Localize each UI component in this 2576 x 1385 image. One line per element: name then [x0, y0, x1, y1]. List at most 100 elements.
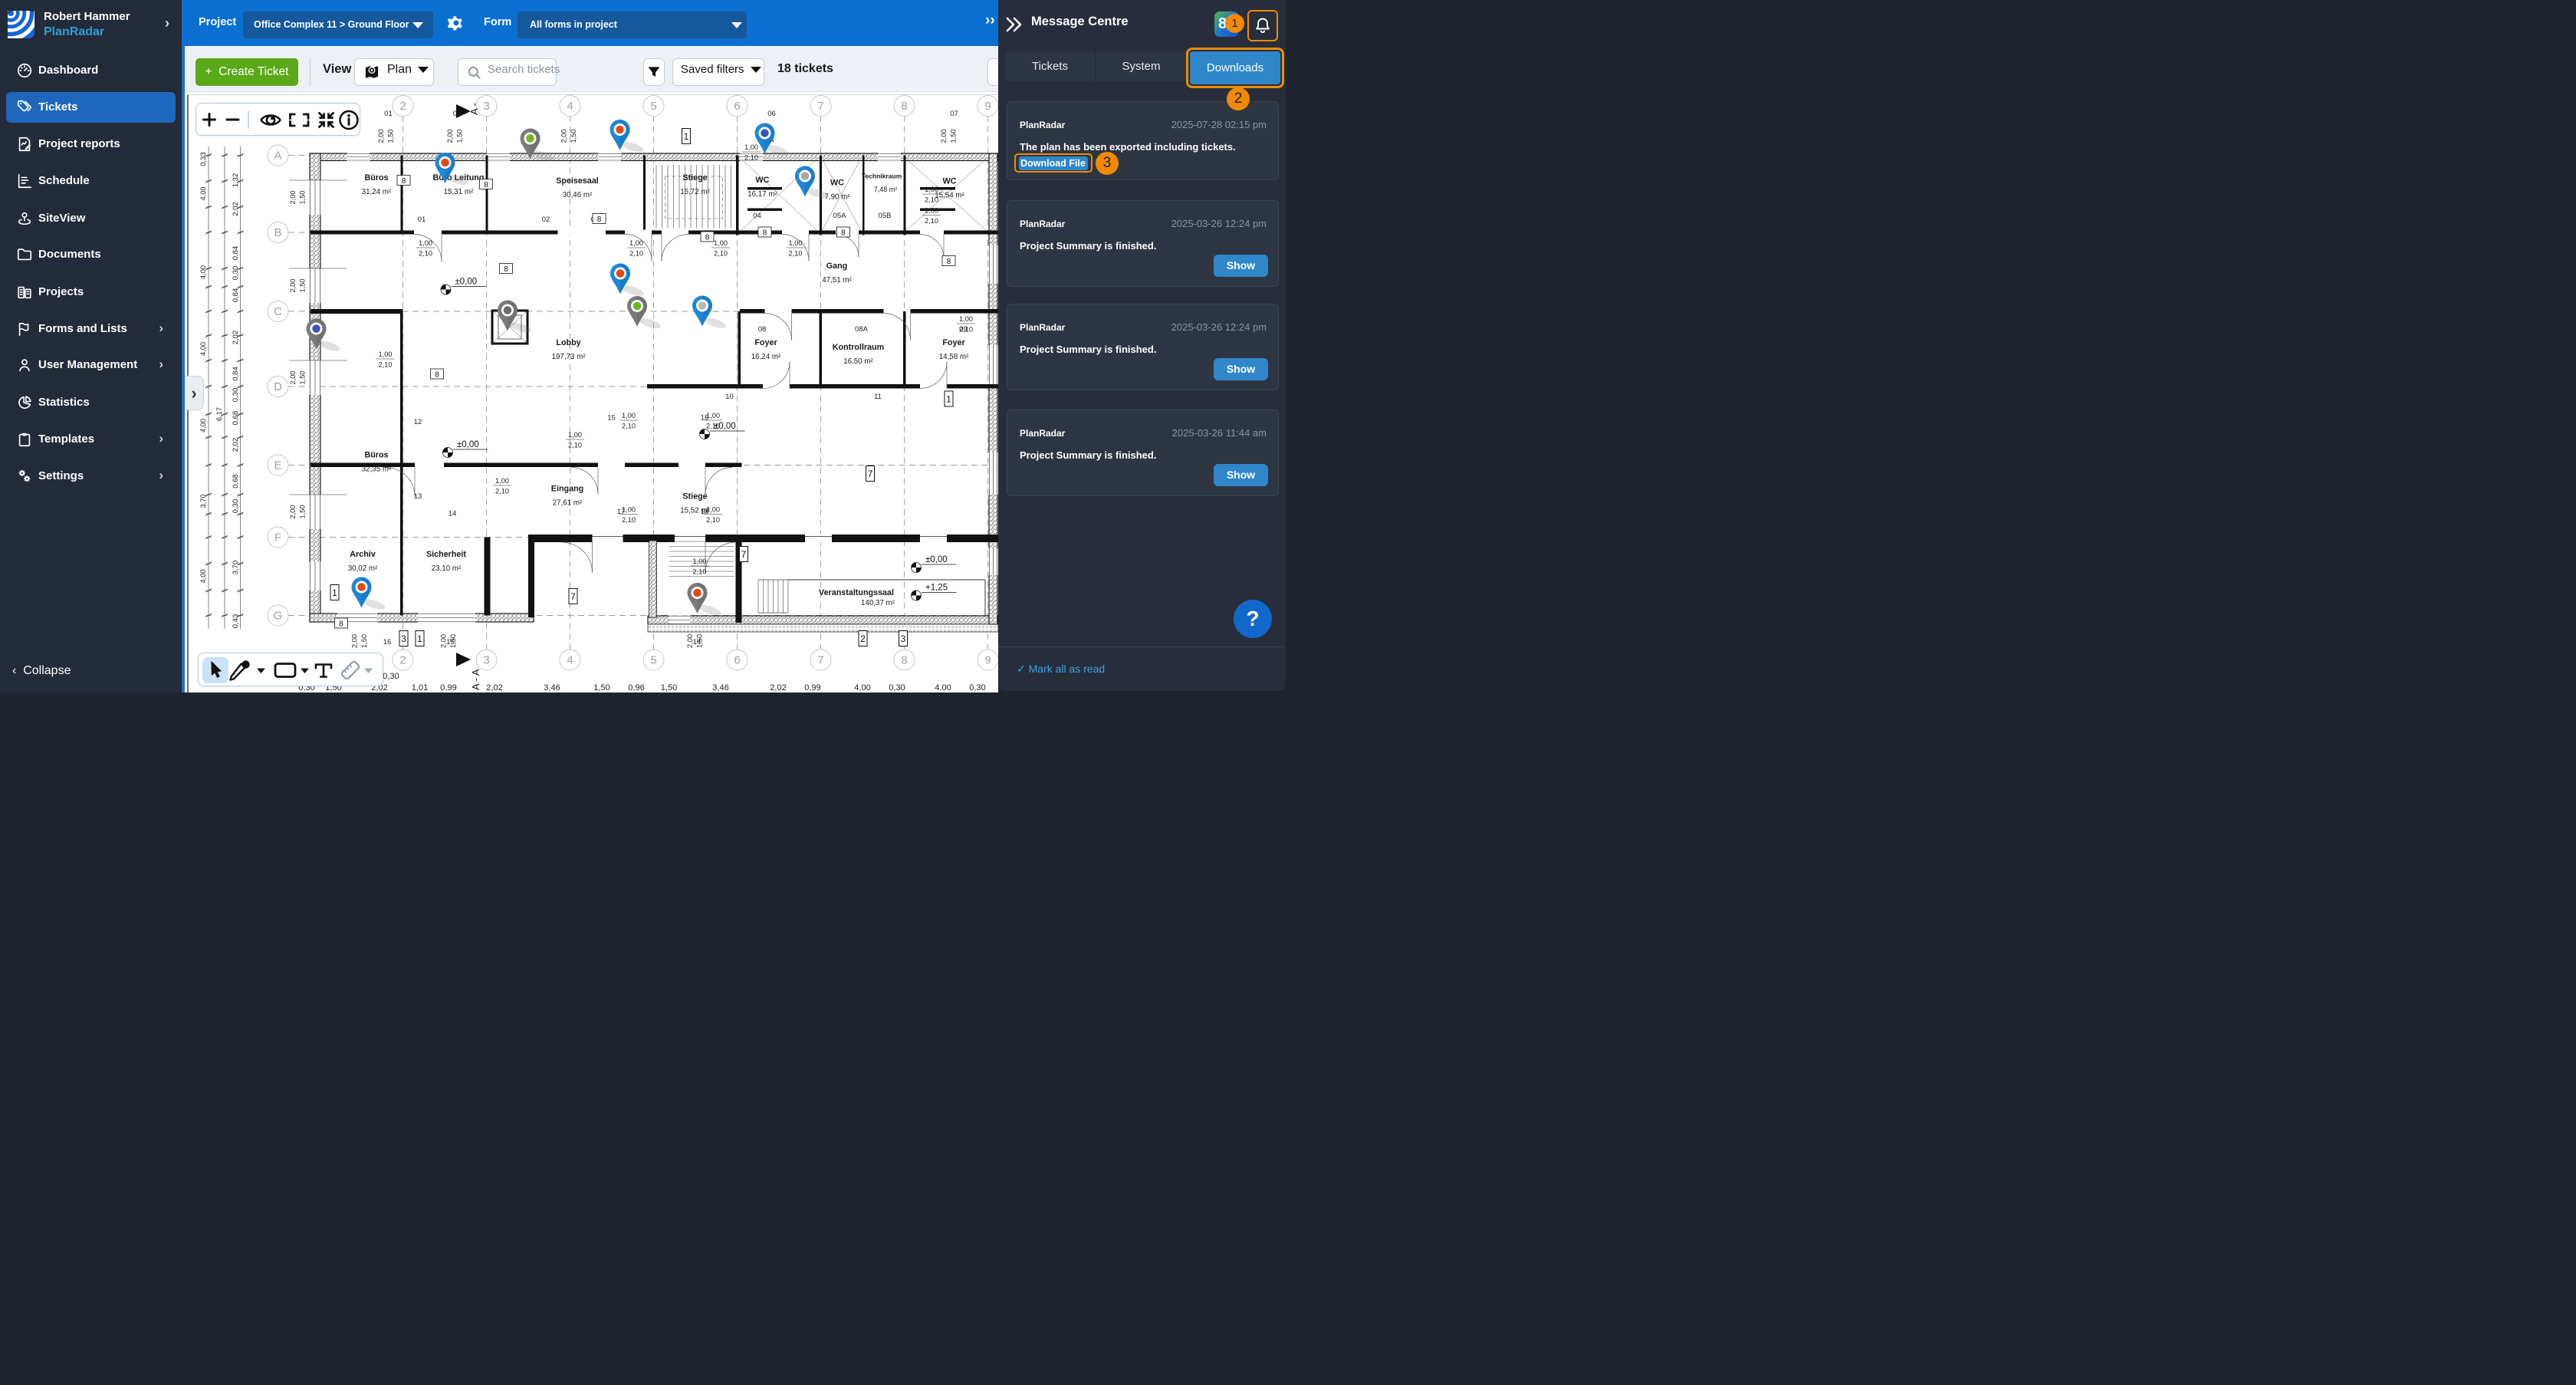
svg-text:4,00: 4,00 — [199, 342, 207, 356]
svg-text:2,00: 2,00 — [377, 129, 385, 143]
svg-text:8: 8 — [504, 265, 508, 274]
svg-text:2,02: 2,02 — [232, 438, 240, 452]
svg-text:1,50: 1,50 — [570, 129, 577, 143]
svg-text:47,51 m²: 47,51 m² — [822, 276, 852, 285]
svg-text:1,50: 1,50 — [299, 278, 307, 292]
svg-text:01: 01 — [418, 215, 426, 224]
svg-text:4,00: 4,00 — [199, 419, 207, 433]
svg-text:0,30: 0,30 — [383, 672, 399, 681]
svg-text:05B: 05B — [879, 212, 892, 220]
svg-text:2,00: 2,00 — [351, 634, 359, 648]
svg-text:2,02: 2,02 — [770, 683, 786, 692]
svg-text:7: 7 — [817, 654, 823, 667]
svg-text:1,00: 1,00 — [925, 207, 938, 215]
svg-text:8: 8 — [484, 181, 488, 189]
svg-text:8: 8 — [339, 620, 343, 629]
svg-text:2,00: 2,00 — [686, 634, 694, 648]
svg-text:6,17: 6,17 — [215, 407, 223, 421]
svg-text:2,10: 2,10 — [419, 250, 432, 258]
svg-text:6: 6 — [734, 654, 740, 667]
svg-text:Gang: Gang — [826, 262, 847, 271]
svg-text:1,00: 1,00 — [706, 506, 720, 514]
svg-text:04: 04 — [753, 212, 761, 220]
svg-text:2: 2 — [860, 633, 866, 644]
svg-text:16,50 m²: 16,50 m² — [843, 357, 873, 366]
svg-text:4,00: 4,00 — [935, 683, 951, 692]
svg-text:Veranstaltungssaal: Veranstaltungssaal — [819, 588, 894, 597]
svg-text:16,17 m²: 16,17 m² — [748, 190, 777, 199]
svg-text:14,58 m²: 14,58 m² — [939, 353, 969, 361]
svg-text:1,50: 1,50 — [299, 370, 307, 384]
svg-text:G: G — [274, 610, 283, 623]
svg-text:2,02: 2,02 — [486, 683, 502, 692]
svg-text:1,00: 1,00 — [495, 477, 509, 485]
svg-text:30,02 m²: 30,02 m² — [348, 564, 378, 573]
svg-text:Foyer: Foyer — [754, 338, 777, 347]
svg-text:15,31 m²: 15,31 m² — [444, 188, 474, 196]
svg-text:2,00: 2,00 — [940, 129, 948, 143]
svg-text:A: A — [274, 150, 281, 163]
svg-text:Kontrollraum: Kontrollraum — [833, 343, 885, 352]
svg-text:4: 4 — [567, 100, 573, 113]
svg-text:8: 8 — [841, 229, 846, 238]
svg-text:16,24 m²: 16,24 m² — [751, 353, 781, 361]
svg-text:0,96: 0,96 — [628, 683, 644, 692]
svg-text:2,10: 2,10 — [744, 154, 758, 162]
svg-text:8: 8 — [901, 654, 907, 667]
svg-text:Stiege: Stiege — [682, 173, 707, 183]
svg-text:06: 06 — [767, 110, 776, 118]
svg-text:3: 3 — [401, 633, 406, 644]
svg-text:Speisesaal: Speisesaal — [556, 176, 599, 186]
svg-text:2,02: 2,02 — [232, 202, 240, 216]
svg-text:2,10: 2,10 — [568, 442, 582, 449]
svg-text:197,73 m²: 197,73 m² — [552, 353, 586, 361]
svg-text:8: 8 — [763, 229, 767, 238]
svg-text:1,50: 1,50 — [299, 505, 307, 518]
svg-text:14: 14 — [449, 510, 457, 518]
svg-text:8: 8 — [901, 100, 907, 113]
svg-text:7: 7 — [570, 591, 576, 602]
svg-text:Büros: Büros — [364, 173, 388, 183]
svg-text:0,43: 0,43 — [232, 614, 240, 629]
svg-text:05A: 05A — [833, 212, 847, 220]
svg-text:27,61 m²: 27,61 m² — [553, 499, 583, 508]
svg-text:8: 8 — [435, 371, 439, 380]
svg-text:1,50: 1,50 — [299, 190, 307, 204]
svg-text:+1,25: +1,25 — [925, 584, 948, 593]
svg-text:F: F — [274, 531, 281, 544]
svg-text:0,30: 0,30 — [232, 266, 240, 281]
svg-text:2,10: 2,10 — [925, 196, 938, 204]
svg-text:1,50: 1,50 — [696, 634, 704, 648]
svg-text:23,10 m²: 23,10 m² — [432, 564, 462, 573]
svg-text:1,00: 1,00 — [706, 412, 720, 419]
svg-text:2,10: 2,10 — [706, 516, 720, 524]
svg-text:2,10: 2,10 — [788, 250, 802, 258]
svg-text:3,46: 3,46 — [544, 683, 560, 692]
svg-text:1: 1 — [684, 131, 689, 142]
svg-text:0,68: 0,68 — [232, 411, 240, 426]
svg-text:1,50: 1,50 — [360, 634, 368, 648]
svg-text:3,70: 3,70 — [232, 561, 240, 575]
svg-text:08: 08 — [758, 325, 767, 334]
svg-text:2,02: 2,02 — [232, 331, 240, 345]
svg-text:15: 15 — [607, 414, 616, 423]
svg-text:15,54 m²: 15,54 m² — [935, 192, 964, 200]
svg-text:8: 8 — [402, 177, 406, 186]
svg-text:4,00: 4,00 — [854, 683, 870, 692]
svg-text:2,10: 2,10 — [959, 326, 973, 334]
svg-text:1,50: 1,50 — [449, 634, 457, 648]
svg-text:1: 1 — [332, 587, 337, 598]
svg-text:9: 9 — [984, 100, 991, 113]
svg-text:3: 3 — [483, 654, 489, 667]
svg-text:1: 1 — [417, 633, 422, 644]
svg-text:8: 8 — [597, 215, 602, 224]
svg-text:2,00: 2,00 — [289, 278, 297, 292]
svg-text:7: 7 — [868, 469, 873, 479]
svg-text:13: 13 — [414, 492, 422, 501]
svg-text:0,84: 0,84 — [232, 367, 240, 381]
svg-text:02: 02 — [542, 215, 550, 224]
svg-text:2,10: 2,10 — [622, 516, 636, 524]
svg-text:0,84: 0,84 — [232, 246, 240, 261]
svg-text:1,00: 1,00 — [744, 143, 758, 151]
svg-text:Lobby: Lobby — [556, 338, 580, 347]
